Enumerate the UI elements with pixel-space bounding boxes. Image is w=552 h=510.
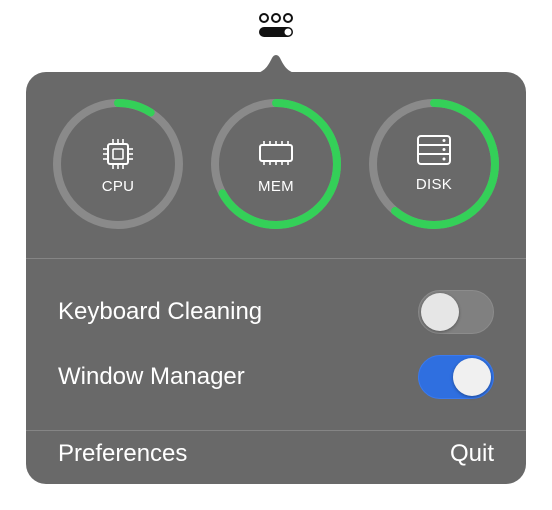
disk-drive-icon <box>417 135 451 165</box>
status-popover: CPU MEM DISK Keyboard Cleaning Window Ma… <box>26 72 526 484</box>
disk-label: DISK <box>415 176 453 193</box>
footer-divider <box>26 430 526 431</box>
toggle-knob <box>453 358 491 396</box>
cpu-chip-icon <box>103 139 133 169</box>
toggle-knob <box>421 293 459 331</box>
cpu-gauge[interactable]: CPU <box>52 98 184 230</box>
keyboard-cleaning-row: Keyboard Cleaning <box>58 290 494 334</box>
memory-module-icon <box>259 141 293 165</box>
mem-label: MEM <box>258 178 294 195</box>
popover-arrow <box>250 55 302 74</box>
mem-gauge[interactable]: MEM <box>210 98 342 230</box>
preferences-button[interactable]: Preferences <box>58 440 187 468</box>
window-manager-row: Window Manager <box>58 355 494 399</box>
keyboard-cleaning-toggle[interactable] <box>418 290 494 334</box>
cpu-label: CPU <box>101 178 135 195</box>
window-manager-label: Window Manager <box>58 363 245 390</box>
window-manager-toggle[interactable] <box>418 355 494 399</box>
section-divider <box>26 258 526 259</box>
keyboard-cleaning-label: Keyboard Cleaning <box>58 298 263 325</box>
gauges-section: CPU MEM DISK <box>26 72 526 258</box>
disk-gauge[interactable]: DISK <box>368 98 500 230</box>
toggle-dots-icon[interactable] <box>257 11 295 39</box>
quit-button[interactable]: Quit <box>450 440 494 468</box>
